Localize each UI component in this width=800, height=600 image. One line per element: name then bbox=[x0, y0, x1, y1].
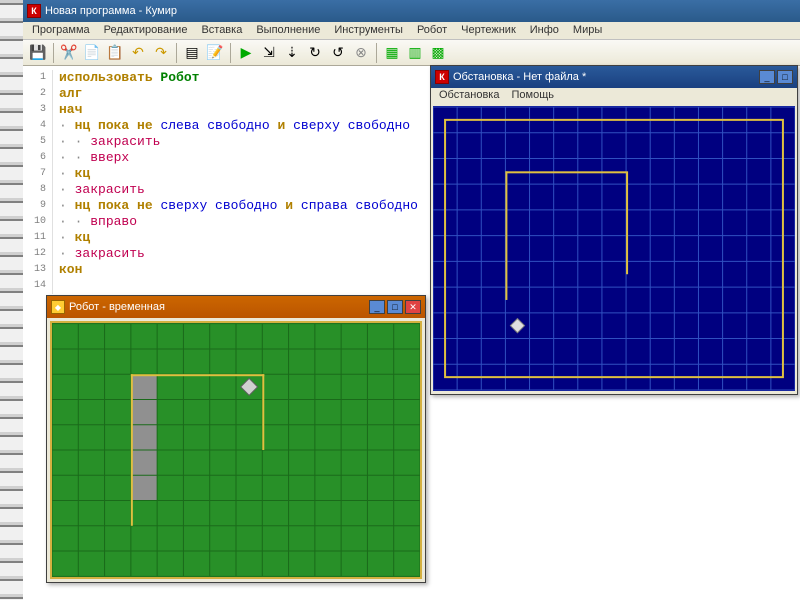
robot-window[interactable]: ◆ Робот - временная _ □ ✕ bbox=[46, 295, 426, 583]
cut-icon[interactable]: ✂️ bbox=[58, 42, 80, 64]
line-text: алг bbox=[53, 86, 82, 102]
grid3-icon[interactable]: ▩ bbox=[427, 42, 449, 64]
robot-titlebar[interactable]: ◆ Робот - временная _ □ ✕ bbox=[47, 296, 425, 318]
line-number: 14 bbox=[23, 278, 53, 294]
line-number: 6 bbox=[23, 150, 53, 166]
close-button[interactable]: ✕ bbox=[405, 300, 421, 314]
line-text: · закрасить bbox=[53, 246, 145, 262]
app-icon: К bbox=[27, 4, 41, 18]
minimize-button[interactable]: _ bbox=[369, 300, 385, 314]
line-text bbox=[53, 278, 59, 294]
line-text: · нц пока не слева свободно и сверху сво… bbox=[53, 118, 410, 134]
spiral-binding bbox=[0, 0, 23, 600]
line-number: 13 bbox=[23, 262, 53, 278]
obstanovka-window[interactable]: К Обстановка - Нет файла * _ □ Обстановк… bbox=[430, 65, 798, 395]
robot-icon: ◆ bbox=[51, 300, 65, 314]
obs-icon: К bbox=[435, 70, 449, 84]
menu-run[interactable]: Выполнение bbox=[249, 22, 327, 39]
line-text: · · вправо bbox=[53, 214, 137, 230]
menu-edit[interactable]: Редактирование bbox=[97, 22, 195, 39]
line-number: 5 bbox=[23, 134, 53, 150]
line-number: 8 bbox=[23, 182, 53, 198]
copy-icon[interactable]: 📄 bbox=[81, 42, 103, 64]
line-number: 7 bbox=[23, 166, 53, 182]
step-over-icon[interactable]: ↻ bbox=[304, 42, 326, 64]
menu-worlds[interactable]: Миры bbox=[566, 22, 609, 39]
step-out-icon[interactable]: ↺ bbox=[327, 42, 349, 64]
menu-tools[interactable]: Инструменты bbox=[327, 22, 410, 39]
obs-window-title: Обстановка - Нет файла * bbox=[453, 71, 586, 83]
main-toolbar: 💾 ✂️ 📄 📋 ↶ ↷ ▤ 📝 ▶ ⇲ ⇣ ↻ ↺ ⊗ ▦ ▥ ▩ bbox=[23, 40, 800, 66]
stop-icon[interactable]: ⊗ bbox=[350, 42, 372, 64]
redo-icon[interactable]: ↷ bbox=[150, 42, 172, 64]
robot-window-title: Робот - временная bbox=[69, 301, 165, 313]
maximize-button[interactable]: □ bbox=[387, 300, 403, 314]
main-titlebar[interactable]: К Новая программа - Кумир bbox=[23, 0, 800, 22]
menu-drawer[interactable]: Чертежник bbox=[454, 22, 523, 39]
minimize-button[interactable]: _ bbox=[759, 70, 775, 84]
window-title: Новая программа - Кумир bbox=[45, 5, 177, 17]
line-number: 9 bbox=[23, 198, 53, 214]
line-text: · · закрасить bbox=[53, 134, 160, 150]
obs-titlebar[interactable]: К Обстановка - Нет файла * _ □ bbox=[431, 66, 797, 88]
line-text: использовать Робот bbox=[53, 70, 199, 86]
step-in-icon[interactable]: ⇲ bbox=[258, 42, 280, 64]
undo-icon[interactable]: ↶ bbox=[127, 42, 149, 64]
robot-grid[interactable] bbox=[50, 321, 422, 579]
menu-info[interactable]: Инфо bbox=[523, 22, 566, 39]
line-text: · кц bbox=[53, 166, 90, 182]
paste-icon[interactable]: 📋 bbox=[104, 42, 126, 64]
step-icon[interactable]: ⇣ bbox=[281, 42, 303, 64]
grid2-icon[interactable]: ▥ bbox=[404, 42, 426, 64]
doc-icon[interactable]: ▤ bbox=[181, 42, 203, 64]
menu-program[interactable]: Программа bbox=[25, 22, 97, 39]
menu-robot[interactable]: Робот bbox=[410, 22, 454, 39]
line-text: · закрасить bbox=[53, 182, 145, 198]
main-menubar: Программа Редактирование Вставка Выполне… bbox=[23, 22, 800, 40]
obs-menu-obstanovka[interactable]: Обстановка bbox=[433, 88, 505, 104]
obs-menubar: Обстановка Помощь bbox=[431, 88, 797, 104]
grid1-icon[interactable]: ▦ bbox=[381, 42, 403, 64]
save-icon[interactable]: 💾 bbox=[27, 42, 49, 64]
line-number: 2 bbox=[23, 86, 53, 102]
line-number: 1 bbox=[23, 70, 53, 86]
line-number: 3 bbox=[23, 102, 53, 118]
maximize-button[interactable]: □ bbox=[777, 70, 793, 84]
clipboard-icon[interactable]: 📝 bbox=[204, 42, 226, 64]
line-text: нач bbox=[53, 102, 82, 118]
line-number: 4 bbox=[23, 118, 53, 134]
line-number: 12 bbox=[23, 246, 53, 262]
line-text: · кц bbox=[53, 230, 90, 246]
line-text: · · вверх bbox=[53, 150, 129, 166]
line-text: кон bbox=[53, 262, 82, 278]
obs-menu-help[interactable]: Помощь bbox=[505, 88, 560, 104]
run-icon[interactable]: ▶ bbox=[235, 42, 257, 64]
line-text: · нц пока не сверху свободно и справа св… bbox=[53, 198, 418, 214]
menu-insert[interactable]: Вставка bbox=[194, 22, 249, 39]
line-number: 10 bbox=[23, 214, 53, 230]
line-number: 11 bbox=[23, 230, 53, 246]
obs-grid[interactable] bbox=[433, 106, 795, 391]
